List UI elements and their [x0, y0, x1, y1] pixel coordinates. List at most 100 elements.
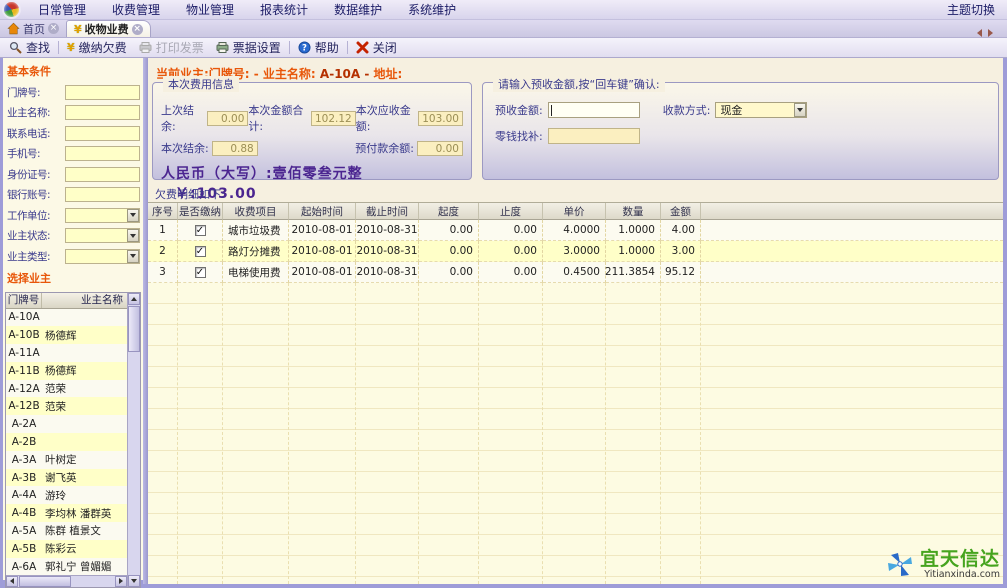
text-input[interactable]: [65, 187, 140, 202]
change-input[interactable]: [548, 128, 640, 144]
text-input[interactable]: [65, 146, 140, 161]
tab-shou-wuyefei[interactable]: ¥ 收物业费 ×: [66, 20, 151, 37]
menu-item[interactable]: 数据维护: [321, 1, 395, 18]
pay-arrears-button[interactable]: ¥ 缴纳欠费: [61, 39, 133, 57]
scroll-left-icon[interactable]: [6, 576, 18, 587]
theme-switch-button[interactable]: 主题切换: [947, 1, 995, 18]
fee-header-cell[interactable]: 起始时间: [289, 203, 356, 220]
printer-icon: [216, 41, 229, 54]
owner-row[interactable]: A-5B 陈彩云: [6, 540, 127, 558]
find-label: 查找: [26, 39, 50, 56]
select-input[interactable]: [65, 228, 140, 243]
menu-item[interactable]: 系统维护: [395, 1, 469, 18]
owner-list-vscrollbar[interactable]: [127, 293, 140, 587]
fee-row[interactable]: 2 ✓ 路灯分摊费 2010-08-01 2010-08-31 0.00 0.0…: [148, 241, 1003, 262]
owner-row[interactable]: A-12B 范荣: [6, 397, 127, 415]
owner-door-no: A-10A: [6, 311, 42, 323]
text-input[interactable]: [65, 167, 140, 182]
text-input[interactable]: [65, 105, 140, 120]
fee-header-cell[interactable]: 截止时间: [356, 203, 419, 220]
fee-header-cell[interactable]: 收费项目: [223, 203, 289, 220]
field-label: 业主类型:: [7, 249, 65, 264]
fee-header-cell[interactable]: 数量: [606, 203, 661, 220]
owner-row[interactable]: A-4B 李均林 潘群英: [6, 504, 127, 522]
owner-door-no: A-3B: [6, 472, 42, 484]
checkbox-checked-icon[interactable]: ✓: [195, 225, 206, 236]
owner-list-header: 门牌号 业主名称: [6, 293, 127, 309]
find-button[interactable]: 查找: [3, 39, 56, 57]
cell-stop: 0.00: [479, 241, 543, 262]
tab-home-close-icon[interactable]: ×: [48, 23, 59, 34]
menu-item[interactable]: 日常管理: [25, 1, 99, 18]
svg-text:?: ?: [302, 44, 307, 54]
prepay-amount-input[interactable]: [548, 102, 640, 118]
owner-row[interactable]: A-3B 谢飞英: [6, 469, 127, 487]
text-input[interactable]: [65, 126, 140, 141]
owner-row[interactable]: A-11B 杨德辉: [6, 362, 127, 380]
checkbox-checked-icon[interactable]: ✓: [195, 267, 206, 278]
field-row: 联系电话:: [3, 123, 143, 144]
owner-row[interactable]: A-3A 叶树定: [6, 451, 127, 469]
fee-header-cell[interactable]: 起度: [419, 203, 479, 220]
select-input[interactable]: [65, 249, 140, 264]
fee-info-title: 本次费用信息: [163, 76, 239, 92]
yen-icon: ¥: [74, 23, 82, 36]
pay-method-select[interactable]: 现金: [715, 102, 807, 118]
menu-item[interactable]: 物业管理: [173, 1, 247, 18]
cell-blank: [701, 220, 1003, 241]
fee-header-cell[interactable]: 是否缴纳: [178, 203, 223, 220]
fee-header-cell[interactable]: 止度: [479, 203, 543, 220]
receipt-settings-button[interactable]: 票据设置: [210, 39, 287, 57]
owner-row[interactable]: A-12A 范荣: [6, 380, 127, 398]
chevron-down-icon[interactable]: [794, 103, 806, 117]
owner-row[interactable]: A-10A: [6, 309, 127, 327]
owner-row[interactable]: A-2B: [6, 433, 127, 451]
app-logo-orb-icon[interactable]: [2, 0, 21, 19]
owner-col-door[interactable]: 门牌号: [6, 293, 42, 308]
checkbox-checked-icon[interactable]: ✓: [195, 246, 206, 257]
owner-col-name[interactable]: 业主名称: [42, 293, 127, 308]
owner-row[interactable]: A-10B 杨德辉: [6, 326, 127, 344]
fee-header-cell[interactable]: 序号: [148, 203, 178, 220]
fee-row[interactable]: 1 ✓ 城市垃圾费 2010-08-01 2010-08-31 0.00 0.0…: [148, 220, 1003, 241]
text-input[interactable]: [65, 85, 140, 100]
basic-criteria-title: 基本条件: [3, 60, 143, 82]
close-button[interactable]: 关闭: [350, 39, 403, 57]
tab-home[interactable]: 首页 ×: [0, 20, 66, 37]
owner-name: 陈群 植景文: [42, 523, 127, 538]
owner-row[interactable]: A-4A 游玲: [6, 486, 127, 504]
chevron-down-icon[interactable]: [127, 229, 139, 242]
fee-row[interactable]: 3 ✓ 电梯使用费 2010-08-01 2010-08-31 0.00 0.0…: [148, 262, 1003, 283]
owner-name: 杨德辉: [42, 328, 127, 343]
tab-scroll-left-icon[interactable]: [977, 29, 982, 37]
select-input[interactable]: [65, 208, 140, 223]
owner-door-no: A-2A: [6, 418, 42, 430]
hscroll-thumb[interactable]: [19, 576, 71, 587]
owner-row[interactable]: A-6A 郭礼宁 曾媚媚: [6, 558, 127, 575]
fee-pair: 本次结余: 0.88: [161, 140, 258, 156]
owner-door-no: A-11A: [6, 347, 42, 359]
owner-row[interactable]: A-2A: [6, 415, 127, 433]
tab-scroll-right-icon[interactable]: [988, 29, 993, 37]
owner-name: 郭礼宁 曾媚媚: [42, 559, 127, 574]
chevron-down-icon[interactable]: [127, 250, 139, 263]
owner-door-no: A-12B: [6, 400, 42, 412]
help-button[interactable]: ? 帮助: [292, 39, 345, 57]
tab-current-close-icon[interactable]: ×: [132, 24, 143, 35]
fee-header-cell[interactable]: 金额: [661, 203, 701, 220]
menu-item[interactable]: 收费管理: [99, 1, 173, 18]
owner-row[interactable]: A-11A: [6, 344, 127, 362]
menu-item[interactable]: 报表统计: [247, 1, 321, 18]
scroll-right-icon[interactable]: [115, 576, 127, 587]
owner-list-hscrollbar[interactable]: [6, 575, 127, 587]
owner-name: 范荣: [42, 381, 127, 396]
fee-header-cell[interactable]: 单价: [543, 203, 606, 220]
cell-paid: ✓: [178, 241, 223, 262]
vscroll-thumb[interactable]: [128, 306, 140, 352]
cell-item: 城市垃圾费: [223, 220, 289, 241]
owner-row[interactable]: A-5A 陈群 植景文: [6, 522, 127, 540]
scroll-up-icon[interactable]: [128, 293, 140, 305]
scroll-down-icon[interactable]: [128, 575, 140, 587]
select-field-list: 工作单位: 业主状态: 业主类型:: [3, 205, 143, 267]
chevron-down-icon[interactable]: [127, 209, 139, 222]
